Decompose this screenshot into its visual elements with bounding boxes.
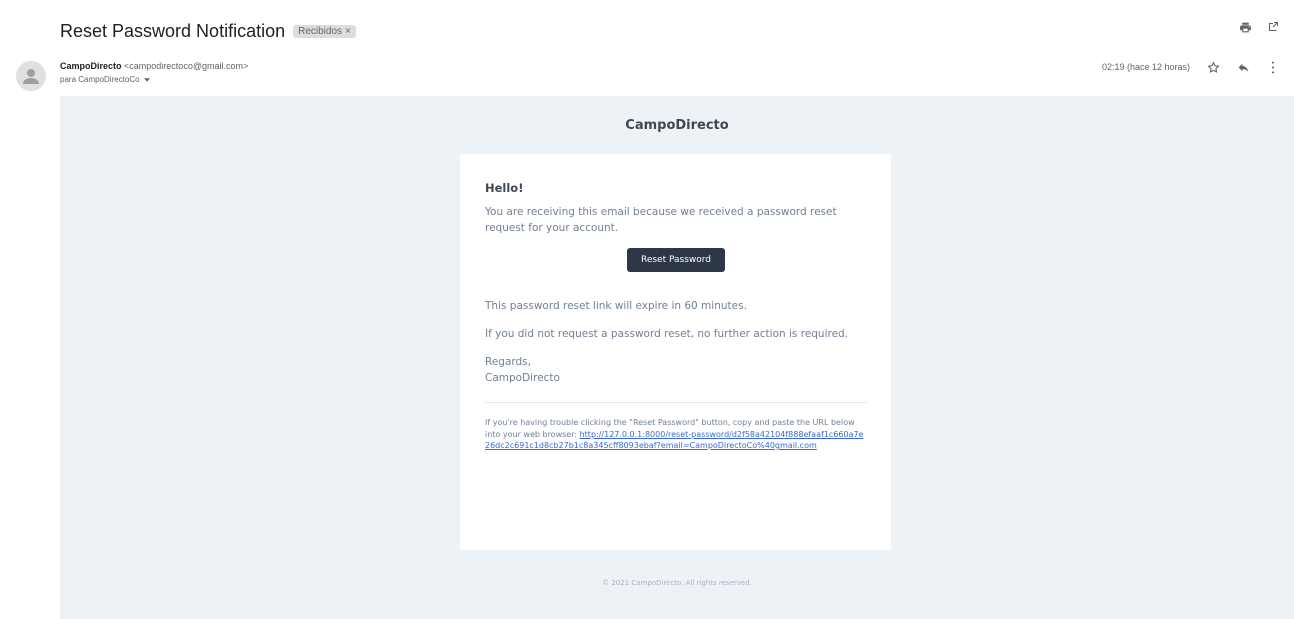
email-subject: Reset Password Notification (60, 20, 286, 41)
divider (485, 402, 867, 403)
email-body: CampoDirecto Hello! You are receiving th… (60, 96, 1294, 619)
expire-text: This password reset link will expire in … (485, 300, 747, 312)
signature-text: CampoDirecto (485, 372, 560, 384)
inbox-label-chip[interactable]: Recibidos × (293, 24, 356, 38)
remove-label-icon[interactable]: × (345, 26, 351, 37)
chevron-down-icon[interactable] (143, 75, 150, 84)
top-actions (1238, 20, 1280, 34)
timestamp: 02:19 (hace 12 horas) (1101, 62, 1190, 72)
more-vertical-icon[interactable] (1266, 60, 1280, 74)
no-action-text: If you did not request a password reset,… (485, 328, 849, 340)
greeting: Hello! (485, 181, 524, 195)
open-in-new-window-icon[interactable] (1266, 20, 1280, 34)
recipient-line[interactable]: para CampoDirectoCo (60, 75, 248, 84)
sender-name[interactable]: CampoDirecto (60, 61, 122, 71)
avatar[interactable] (16, 61, 46, 91)
print-icon[interactable] (1238, 20, 1252, 34)
intro-text: You are receiving this email because we … (485, 206, 837, 234)
inbox-label-text: Recibidos (298, 25, 343, 37)
reset-password-button[interactable]: Reset Password (626, 248, 726, 272)
reply-icon[interactable] (1236, 60, 1250, 74)
sender-email: <campodirectoco@gmail.com> (124, 61, 249, 71)
regards-text: Regards, (485, 356, 531, 368)
message-meta: 02:19 (hace 12 horas) (1102, 60, 1280, 74)
email-brand-title[interactable]: CampoDirecto (60, 118, 1294, 133)
subcopy: If you're having trouble clicking the "R… (485, 417, 867, 452)
subject-bar: Reset Password Notification Recibidos × (60, 18, 356, 44)
email-footer: © 2021 CampoDirecto. All rights reserved… (602, 579, 752, 587)
sender-info: CampoDirecto <campodirectoco@gmail.com> … (60, 61, 248, 84)
star-icon[interactable] (1206, 60, 1220, 74)
recipient-text: para CampoDirectoCo (60, 75, 140, 84)
email-card: Hello! You are receiving this email beca… (460, 154, 891, 550)
signature-block: Regards, CampoDirecto (485, 354, 867, 386)
